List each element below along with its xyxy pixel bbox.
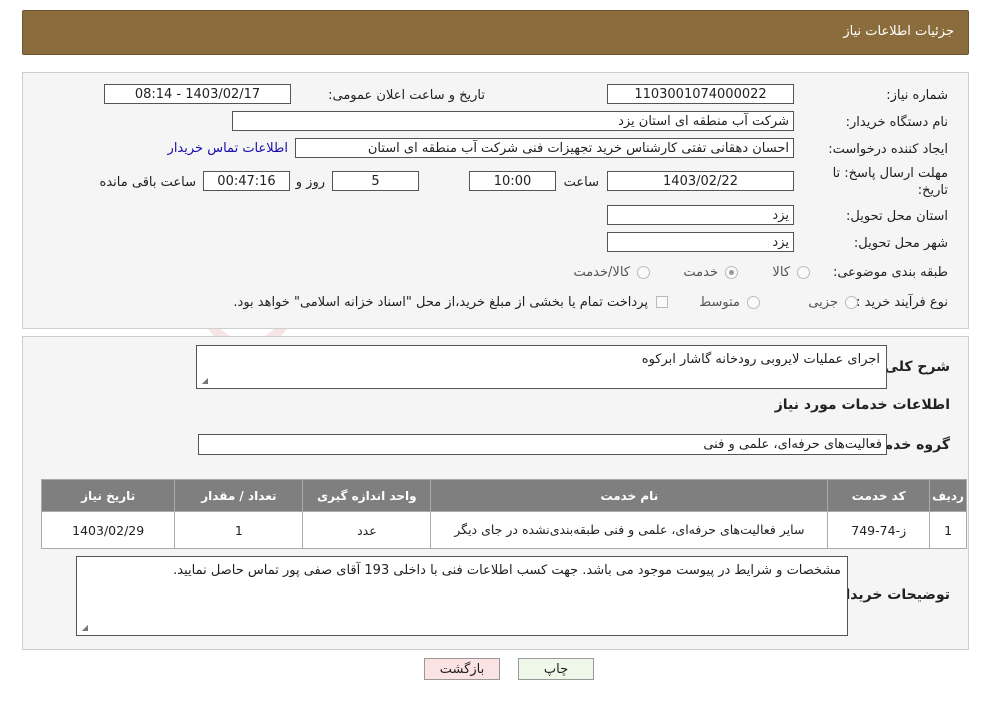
buyer-notes-label: توضیحات خریدار: [831, 587, 950, 603]
col-header-service-code: کد خدمت [827, 479, 931, 512]
cell-need-date: 1403/02/29 [40, 511, 176, 549]
service-group-field: فعالیت‌های حرفه‌ای، علمی و فنی [198, 434, 887, 455]
summary-textarea[interactable]: اجرای عملیات لایروبی رودخانه گاشار ابرکو… [196, 345, 887, 389]
requester-field: احسان دهقانی تفتی کارشناس خرید تجهیزات ف… [295, 138, 794, 158]
remaining-time-field: 00:47:16 [203, 171, 290, 191]
cell-unit: عدد [302, 511, 432, 549]
process-radio-minor[interactable] [845, 296, 858, 309]
category-radio-service[interactable] [725, 266, 738, 279]
deadline-label-2: تاریخ: [917, 183, 948, 198]
back-button[interactable]: بازگشت [424, 658, 500, 680]
summary-text: اجرای عملیات لایروبی رودخانه گاشار ابرکو… [641, 352, 880, 367]
deadline-label: مهلت ارسال پاسخ: تا [832, 166, 948, 181]
services-heading: اطلاعات خدمات مورد نیاز [774, 397, 950, 413]
process-option-minor: جزیی [808, 295, 838, 310]
category-label: طبقه بندی موضوعی: [832, 265, 948, 280]
buyer-contact-link[interactable]: اطلاعات تماس خریدار [168, 141, 288, 156]
cell-quantity: 1 [174, 511, 304, 549]
col-header-unit: واحد اندازه گیری [302, 479, 432, 512]
requester-label: ایجاد کننده درخواست: [828, 142, 948, 157]
col-header-row-number: ردیف [929, 479, 967, 512]
category-radio-goods[interactable] [797, 266, 810, 279]
process-radio-medium[interactable] [747, 296, 760, 309]
services-table: ردیف کد خدمت نام خدمت واحد اندازه گیری ت… [40, 479, 967, 549]
resize-grip-icon: ◢ [81, 623, 88, 632]
need-info-panel: شماره نیاز: 1103001074000022 تاریخ و ساع… [22, 72, 969, 329]
table-row: 1 ز-74-749 سایر فعالیت‌های حرفه‌ای، علمی… [40, 511, 967, 549]
province-label: استان محل تحویل: [846, 209, 948, 224]
col-header-need-date: تاریخ نیاز [40, 479, 176, 512]
buyer-notes-textarea[interactable]: مشخصات و شرایط در پیوست موجود می باشد. ج… [76, 556, 848, 636]
table-header-row: ردیف کد خدمت نام خدمت واحد اندازه گیری ت… [40, 479, 967, 512]
col-header-quantity: تعداد / مقدار [174, 479, 304, 512]
remaining-label: ساعت باقی مانده [99, 175, 196, 190]
buyer-notes-text: مشخصات و شرایط در پیوست موجود می باشد. ج… [173, 563, 841, 578]
city-field: یزد [607, 232, 794, 252]
category-radio-goods-service[interactable] [637, 266, 650, 279]
category-option-goods-service: کالا/خدمت [573, 265, 630, 280]
city-label: شهر محل تحویل: [853, 236, 948, 251]
page-header: جزئیات اطلاعات نیاز [22, 10, 969, 55]
need-number-label: شماره نیاز: [886, 88, 948, 103]
cell-row-number: 1 [929, 511, 967, 549]
col-header-service-name: نام خدمت [430, 479, 829, 512]
time-label: ساعت [563, 175, 599, 190]
treasury-payment-note: پرداخت تمام یا بخشی از مبلغ خرید،از محل … [233, 295, 648, 310]
cell-service-name: سایر فعالیت‌های حرفه‌ای، علمی و فنی طبقه… [430, 511, 829, 549]
need-number-field: 1103001074000022 [607, 84, 794, 104]
buyer-org-field: شرکت آب منطقه ای استان یزد [232, 111, 794, 131]
resize-grip-icon: ◢ [201, 376, 208, 385]
province-field: یزد [607, 205, 794, 225]
need-details-panel: شرح کلی نیاز: اجرای عملیات لایروبی رودخا… [22, 336, 969, 650]
days-field: 5 [332, 171, 419, 191]
category-option-service: خدمت [683, 265, 718, 280]
deadline-time-field: 10:00 [469, 171, 556, 191]
print-button[interactable]: چاپ [518, 658, 594, 680]
category-option-goods: کالا [772, 265, 790, 280]
announce-label: تاریخ و ساعت اعلان عمومی: [328, 88, 485, 103]
page-title: جزئیات اطلاعات نیاز [843, 24, 954, 39]
process-label: نوع فرآیند خرید : [856, 295, 948, 310]
cell-service-code: ز-74-749 [827, 511, 931, 549]
buyer-org-label: نام دستگاه خریدار: [845, 115, 948, 130]
announce-field: 1403/02/17 - 08:14 [104, 84, 291, 104]
treasury-payment-checkbox[interactable] [656, 296, 668, 308]
days-label: روز و [295, 175, 325, 190]
deadline-date-field: 1403/02/22 [607, 171, 794, 191]
process-option-medium: متوسط [699, 295, 740, 310]
